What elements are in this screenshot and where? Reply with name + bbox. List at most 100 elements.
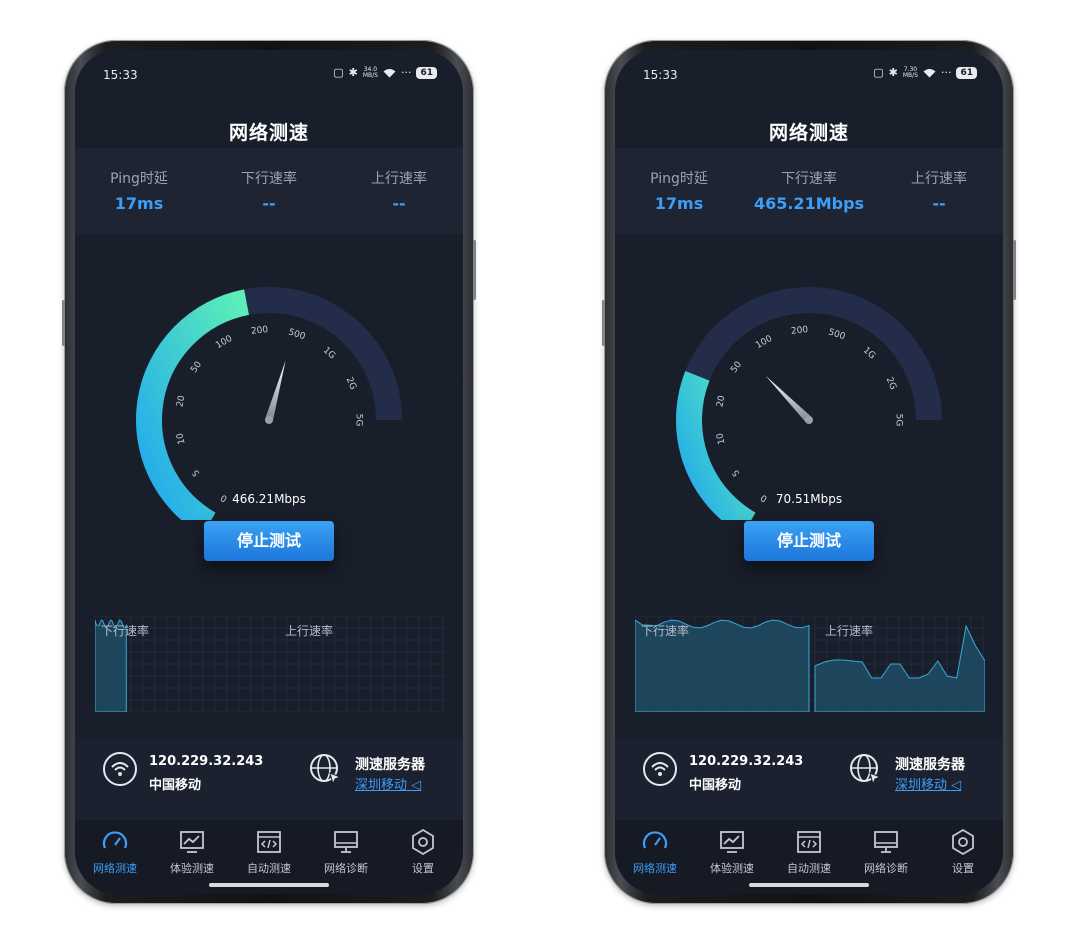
stop-test-button[interactable]: 停止测试 <box>744 521 874 561</box>
stat-value: 17ms <box>114 194 164 213</box>
stat-value: 17ms <box>654 194 704 213</box>
globe-server-icon <box>310 754 342 786</box>
stat-label: Ping时延 <box>650 171 708 187</box>
network-speed-unit: MB/S <box>902 71 918 79</box>
status-bar: 15:33 ▢ ✱ 34.0 MB/S ··· 61 <box>75 50 463 94</box>
monitor-chart-icon <box>180 831 204 853</box>
connection-info: 120.229.32.243 中国移动 测速服务器 深圳移动 ◁ <box>615 738 1003 820</box>
nav-label: 自动测速 <box>247 862 291 875</box>
settings-hexagon-icon <box>952 828 974 856</box>
gauge-tick-label: 2G <box>344 376 358 392</box>
nav-tab-settings[interactable]: 设置 <box>925 828 1001 876</box>
nav-label: 网络诊断 <box>324 862 368 875</box>
signal-dots-icon: ··· <box>940 66 952 79</box>
network-speed: 7.30 MB/S <box>902 66 918 79</box>
gauge-progress-arc <box>136 289 250 520</box>
carrier-name: 中国移动 <box>149 778 202 793</box>
server-name: 深圳移动 <box>895 778 948 793</box>
code-window-icon <box>797 831 821 853</box>
gauge-tick-label: 5 <box>731 467 742 478</box>
gauge-tick-label: 50 <box>189 360 204 375</box>
ip-address: 120.229.32.243 <box>689 754 804 769</box>
nav-tab-speed-test[interactable]: 网络测速 <box>617 828 693 876</box>
stat-upload: 上行速率 -- <box>879 168 999 213</box>
stop-test-button[interactable]: 停止测试 <box>204 521 334 561</box>
nav-tab-speed-test[interactable]: 网络测速 <box>77 828 153 876</box>
gauge-tick-label: 5G <box>894 414 904 427</box>
phone-screen: 15:33 ▢ ✱ 34.0 MB/S ··· 61 网络测速 Ping时延 1… <box>75 50 463 894</box>
upload-chart-label: 上行速率 <box>285 624 334 638</box>
status-bar: 15:33 ▢ ✱ 7.30 MB/S ··· 61 <box>615 50 1003 94</box>
status-icons: ▢ ✱ 7.30 MB/S ··· 61 <box>873 66 977 79</box>
nav-label: 自动测速 <box>787 862 831 875</box>
monitor-chart-icon <box>720 831 744 853</box>
gauge-needle-hub <box>805 416 813 424</box>
gauge-tick-label: 10 <box>715 432 727 446</box>
gauge-tick-label: 1G <box>321 346 337 362</box>
battery-icon: 61 <box>416 66 437 79</box>
stat-value: -- <box>392 194 406 213</box>
server-select-link[interactable]: 深圳移动 ◁ <box>355 774 421 793</box>
phone-frame-right: 15:33 ▢ ✱ 7.30 MB/S ··· 61 网络测速 Ping时延 1… <box>602 40 1016 904</box>
stat-ping: Ping时延 17ms <box>619 168 739 213</box>
phone-frame-left: 15:33 ▢ ✱ 34.0 MB/S ··· 61 网络测速 Ping时延 1… <box>62 40 476 904</box>
side-button <box>473 240 476 300</box>
gauge-tick-label: 200 <box>791 325 809 337</box>
gauge-tick-label: 500 <box>827 327 847 342</box>
home-indicator[interactable] <box>209 883 329 887</box>
nav-label: 设置 <box>952 862 974 875</box>
nav-tab-experience-test[interactable]: 体验测速 <box>154 828 230 876</box>
gauge-readout: 70.51Mbps <box>775 492 843 506</box>
page-title: 网络测速 <box>768 122 849 144</box>
gauge-readout: 466.21Mbps <box>232 492 306 506</box>
stat-value: -- <box>262 194 276 213</box>
stat-label: 上行速率 <box>371 171 427 187</box>
server-name: 深圳移动 <box>355 778 408 793</box>
home-indicator[interactable] <box>749 883 869 887</box>
nfc-icon: ▢ <box>333 66 344 79</box>
server-select-link[interactable]: 深圳移动 ◁ <box>895 774 961 793</box>
gauge-tick-label: 10 <box>175 432 187 446</box>
upload-chart-label: 上行速率 <box>825 624 874 638</box>
nav-label: 网络测速 <box>633 862 677 875</box>
stat-value: 465.21Mbps <box>753 194 865 213</box>
stat-label: 下行速率 <box>241 171 297 187</box>
stat-ping: Ping时延 17ms <box>79 168 199 213</box>
gauge-tick-label: 200 <box>251 325 269 337</box>
gauge-tick-label: 500 <box>287 327 307 342</box>
wifi-icon <box>103 752 137 786</box>
stats-bar: Ping时延 17ms 下行速率 -- 上行速率 -- <box>75 148 463 234</box>
nav-tab-experience-test[interactable]: 体验测速 <box>694 828 770 876</box>
speed-history-charts: 下行速率 上行速率 <box>95 616 445 712</box>
stat-label: Ping时延 <box>110 171 168 187</box>
phone-screen: 15:33 ▢ ✱ 7.30 MB/S ··· 61 网络测速 Ping时延 1… <box>615 50 1003 894</box>
gauge-needle-hub <box>265 416 273 424</box>
gauge-needle <box>265 360 286 422</box>
wifi-signal-icon <box>383 68 396 77</box>
nav-tab-diagnosis[interactable]: 网络诊断 <box>308 828 384 876</box>
server-title: 测速服务器 <box>355 757 425 773</box>
stats-bar: Ping时延 17ms 下行速率 465.21Mbps 上行速率 -- <box>615 148 1003 234</box>
nav-tab-diagnosis[interactable]: 网络诊断 <box>848 828 924 876</box>
speed-gauge: 05102050100200 5001G2G5G <box>136 287 402 520</box>
stat-download: 下行速率 -- <box>209 168 329 213</box>
caret-left-icon: ◁ <box>951 778 962 793</box>
status-icons: ▢ ✱ 34.0 MB/S ··· 61 <box>333 66 437 79</box>
nav-tab-settings[interactable]: 设置 <box>385 828 461 876</box>
nav-tab-auto-test[interactable]: 自动测速 <box>771 828 847 876</box>
wifi-icon <box>643 752 677 786</box>
side-button <box>1013 240 1016 300</box>
battery-icon: 61 <box>956 66 977 79</box>
speedometer-icon <box>102 831 128 849</box>
speed-gauge: 05102050100200 5001G2G5G <box>676 287 942 520</box>
nfc-icon: ▢ <box>873 66 884 79</box>
nav-tab-auto-test[interactable]: 自动测速 <box>231 828 307 876</box>
gauge-tick-label: 2G <box>884 376 898 392</box>
gauge-tick-label: 100 <box>754 334 774 351</box>
bluetooth-icon: ✱ <box>888 66 898 79</box>
gauge-tick-label: 20 <box>715 394 727 408</box>
gauge-tick-label: 5 <box>191 467 202 478</box>
side-button <box>602 300 605 346</box>
nav-label: 网络诊断 <box>864 862 908 875</box>
nav-label: 设置 <box>412 862 434 875</box>
